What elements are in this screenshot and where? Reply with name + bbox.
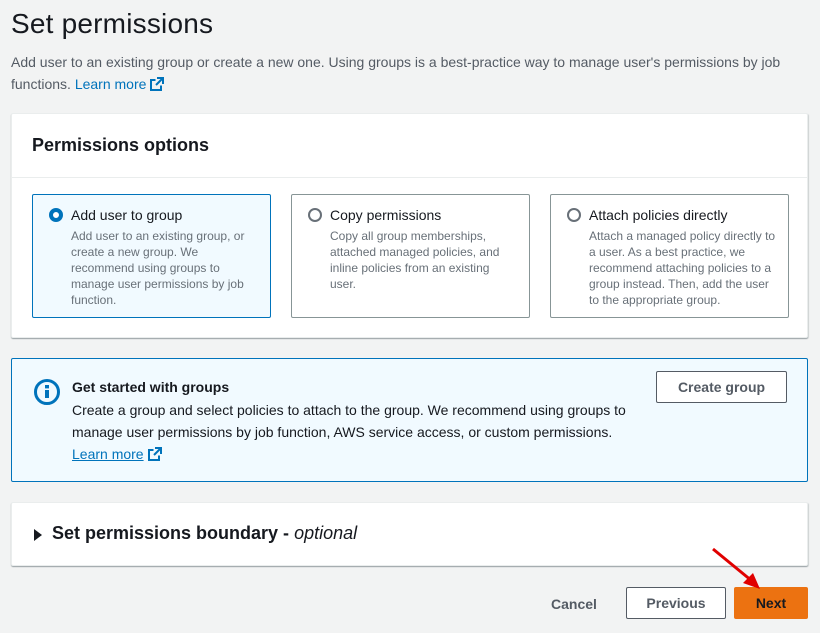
next-button[interactable]: Next [734, 587, 808, 619]
radio-add-user-to-group[interactable] [49, 208, 63, 222]
radio-copy-permissions[interactable] [308, 208, 322, 222]
option-description: Attach a managed policy directly to a us… [589, 229, 776, 307]
permissions-options-header: Permissions options [12, 114, 807, 178]
alert-heading: Get started with groups [72, 379, 230, 395]
option-description: Copy all group memberships, attached man… [330, 229, 500, 291]
alert-body: Create a group and select policies to at… [72, 402, 626, 440]
permissions-options-card: Permissions options Add user to group Ad… [11, 113, 808, 338]
option-add-user-to-group[interactable]: Add user to group Add user to an existin… [32, 194, 271, 318]
option-label: Copy permissions [330, 207, 442, 223]
option-label: Add user to group [71, 207, 183, 223]
alert-learn-more: Learn more [72, 443, 162, 467]
info-icon [34, 379, 60, 410]
learn-more-label: Learn more [74, 76, 147, 92]
caret-right-icon [33, 528, 43, 546]
external-link-icon [147, 445, 162, 467]
external-link-icon [150, 75, 165, 97]
alert-learn-more-label: Learn more [72, 446, 144, 462]
permissions-boundary-expander[interactable]: Set permissions boundary - optional [11, 502, 808, 566]
page-description: Add user to an existing group or create … [11, 51, 801, 97]
boundary-label-text: Set permissions boundary - [52, 523, 295, 543]
set-permissions-page: Set permissions Add user to an existing … [0, 0, 820, 633]
learn-more-link[interactable]: Learn more [75, 76, 165, 92]
page-title: Set permissions [11, 8, 214, 39]
alert-learn-more-link[interactable]: Learn more [72, 446, 144, 462]
create-group-button[interactable]: Create group [656, 371, 787, 403]
previous-button[interactable]: Previous [626, 587, 726, 619]
radio-attach-policies-directly[interactable] [567, 208, 581, 222]
cancel-button[interactable]: Cancel [540, 588, 608, 620]
info-alert: Get started with groups Create a group a… [11, 358, 808, 482]
option-description: Add user to an existing group, or create… [71, 229, 245, 307]
option-attach-policies-directly[interactable]: Attach policies directly Attach a manage… [550, 194, 789, 318]
option-label: Attach policies directly [589, 207, 728, 223]
option-copy-permissions[interactable]: Copy permissions Copy all group membersh… [291, 194, 530, 318]
boundary-optional-text: optional [294, 523, 358, 543]
boundary-label: Set permissions boundary - optional [52, 523, 357, 544]
